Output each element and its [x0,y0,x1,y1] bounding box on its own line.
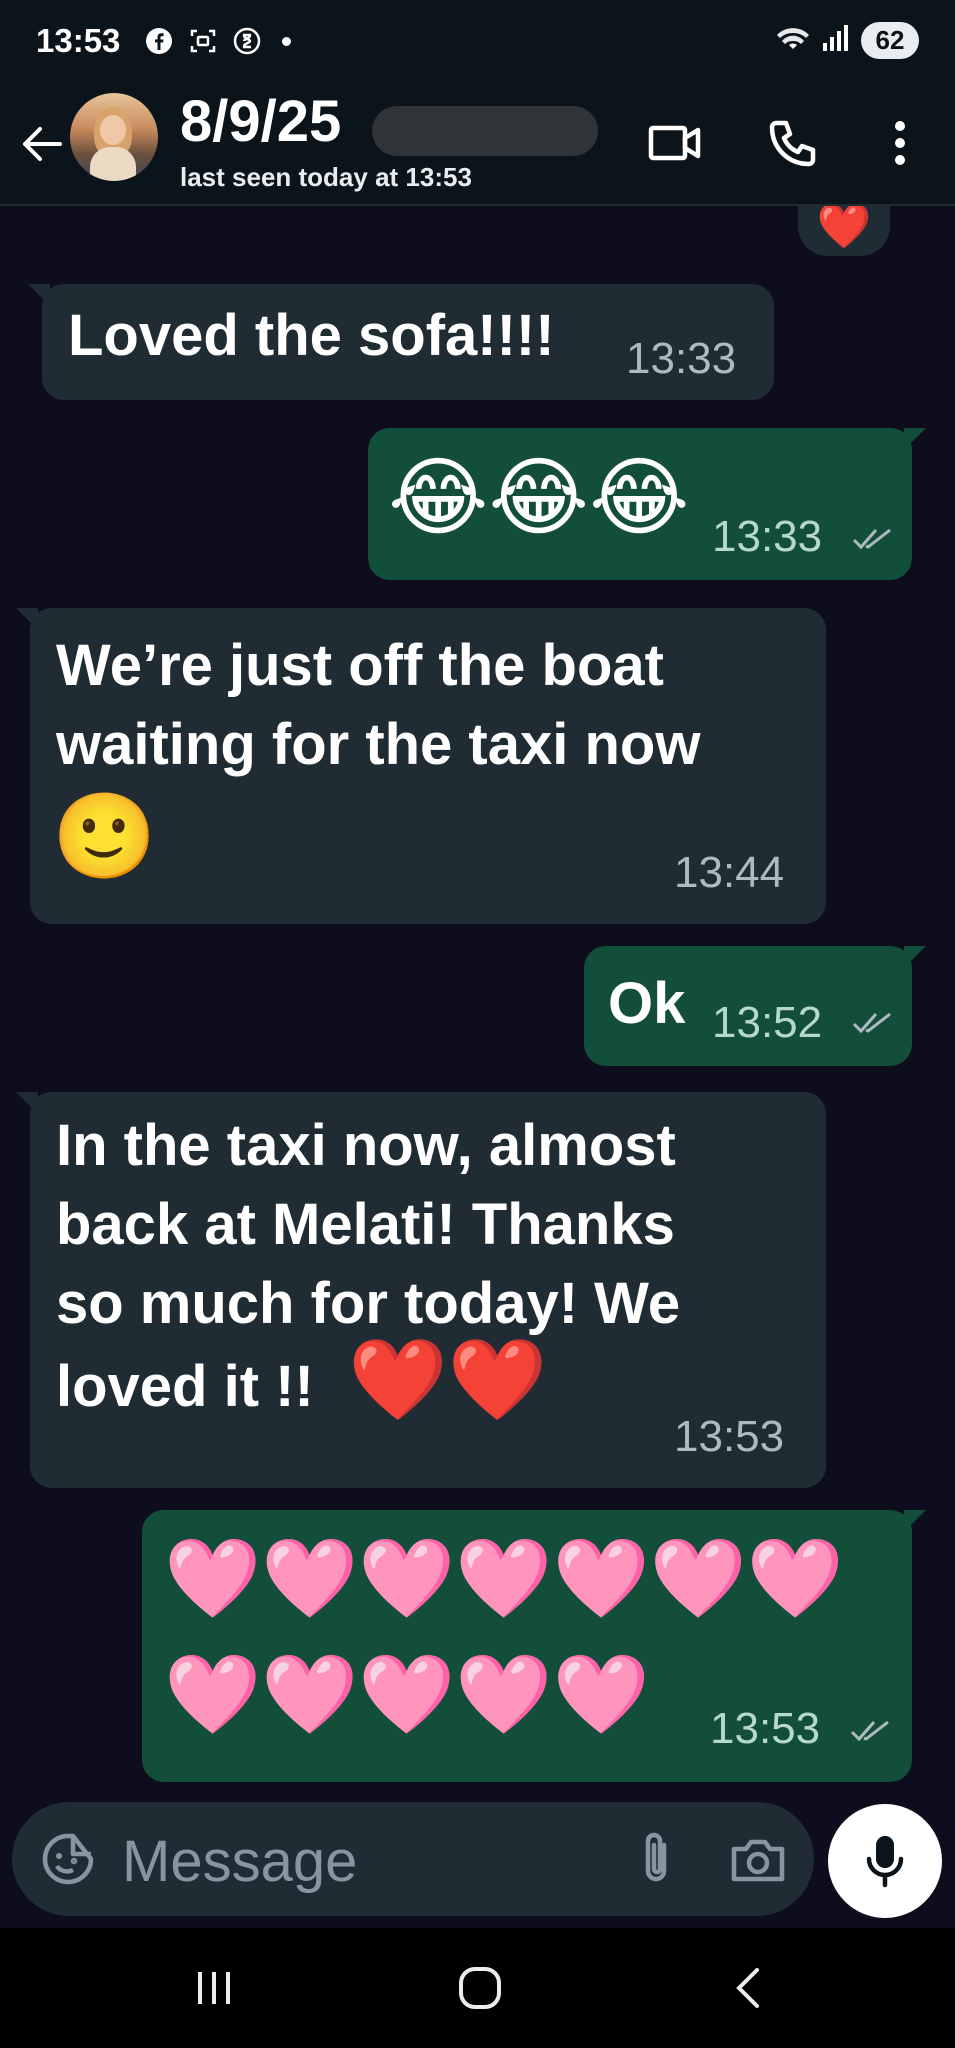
message-placeholder: Message [122,1829,358,1894]
read-ticks-icon [852,528,891,550]
message-bubble-outgoing[interactable]: Ok 13:52 [584,946,926,1066]
message-line: We’re just off the boat [56,633,664,698]
phone-icon[interactable] [758,108,828,178]
redacted-name-blur [372,106,598,156]
message-bubble-incoming[interactable]: In the taxi now, almost back at Melati! … [16,1092,826,1488]
message-time: 13:53 [674,1412,785,1461]
message-emoji: 🙂 [52,789,157,883]
screenshot-icon [188,26,218,56]
message-bubble-incoming[interactable]: Loved the sofa!!!! 13:33 [28,284,774,400]
message-bubble-outgoing[interactable]: 😂😂😂 13:33 [368,428,926,580]
message-input[interactable]: Message [12,1802,814,1916]
recent-apps-icon[interactable] [174,1958,254,2018]
notification-dot [282,36,291,46]
wifi-icon [775,23,811,58]
video-call-icon[interactable] [640,108,710,178]
chat-header: 8/9/25 last seen today at 13:53 [0,86,955,206]
message-emoji: ❤️❤️ [348,1335,548,1424]
avatar[interactable] [70,93,158,181]
message-line: In the taxi now, almost [56,1113,676,1178]
message-text: Loved the sofa!!!! [68,303,555,368]
message-text: Ok [608,971,686,1036]
status-time: 13:53 [36,22,121,59]
message-line: waiting for the taxi now [56,712,701,777]
message-time: 13:33 [626,334,737,383]
contact-name[interactable]: 8/9/25 [180,88,341,155]
mic-icon [866,1836,904,1888]
status-bar: 13:53 62 [0,0,955,86]
message-line: loved it !! [56,1354,314,1419]
message-time: 13:52 [712,998,823,1047]
message-time: 13:44 [674,848,785,897]
camera-icon[interactable] [728,1829,788,1889]
attach-icon[interactable] [626,1829,686,1889]
more-options-icon[interactable] [865,108,935,178]
read-ticks-icon [852,1012,891,1034]
reaction-badge[interactable]: ❤️ [798,206,890,256]
compose-bar: Message [0,1798,955,1928]
read-ticks-icon [850,1720,889,1742]
message-emoji: 😂😂😂 [388,450,690,546]
signal-icon [821,23,851,58]
message-bubble-incoming[interactable]: We’re just off the boat waiting for the … [16,608,826,924]
chat-area[interactable]: ❤️ Loved the sofa!!!! 13:33 😂😂😂 13:33 We… [0,206,955,1798]
message-emoji-line: 🩷🩷🩷🩷🩷🩷🩷 [164,1534,844,1622]
facebook-icon [144,26,174,56]
message-bubble-outgoing[interactable]: 🩷🩷🩷🩷🩷🩷🩷 🩷🩷🩷🩷🩷 13:53 [142,1510,926,1782]
sticker-icon[interactable] [38,1829,98,1889]
message-emoji-line: 🩷🩷🩷🩷🩷 [164,1650,650,1738]
last-seen-status: last seen today at 13:53 [180,162,472,192]
message-line: back at Melati! Thanks [56,1192,675,1257]
message-time: 13:33 [712,512,823,561]
mic-button[interactable] [828,1804,942,1918]
nav-back-icon[interactable] [708,1958,788,2018]
hourglass-icon [232,26,262,56]
message-time: 13:53 [710,1704,821,1753]
battery-indicator: 62 [861,22,919,59]
system-nav-bar [0,1928,955,2048]
home-icon[interactable] [440,1958,520,2018]
back-arrow-icon[interactable] [18,114,66,174]
